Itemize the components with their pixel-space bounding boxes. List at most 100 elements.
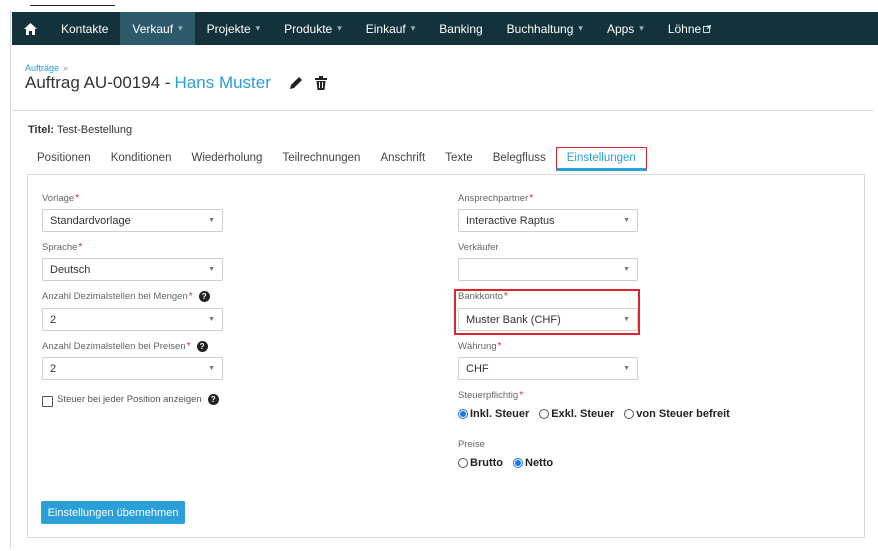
help-icon[interactable]: ? (207, 394, 219, 405)
dropdown-arrow-icon: ▼ (208, 266, 215, 273)
radio-button[interactable] (624, 409, 635, 419)
tab-bar: Positionen Konditionen Wiederholung Teil… (27, 147, 647, 171)
ansprechpartner-label: Ansprechpartner * (458, 193, 534, 204)
bankkonto-select[interactable]: Muster Bank (CHF) ▼ (458, 308, 638, 331)
nav-label: Banking (439, 21, 483, 36)
nav-label: Buchhaltung (506, 21, 574, 36)
nav-verkauf[interactable]: Verkauf ▾ (120, 12, 195, 45)
radio-button[interactable] (458, 458, 468, 468)
nav-label: Kontakte (61, 21, 109, 36)
nav-loehne[interactable]: Löhne (656, 12, 723, 45)
waehrung-select[interactable]: CHF ▼ (458, 357, 638, 380)
dropdown-arrow-icon: ▼ (623, 217, 630, 224)
nav-label: Produkte (284, 21, 333, 36)
breadcrumb-link-auftraege[interactable]: Aufträge (25, 63, 59, 73)
tab-wiederholung[interactable]: Wiederholung (181, 147, 272, 171)
caret-down-icon: ▾ (410, 23, 416, 33)
dropdown-arrow-icon: ▼ (208, 217, 215, 224)
dropdown-arrow-icon: ▼ (623, 316, 630, 323)
caret-down-icon: ▾ (178, 23, 183, 33)
verkaeufer-label: Verkäufer (458, 242, 499, 253)
preise-radio-group: Brutto Netto (458, 457, 563, 469)
dez-preisen-label: Anzahl Dezimalstellen bei Preisen *? (42, 341, 208, 352)
external-link-icon (703, 24, 712, 33)
ansprechpartner-select[interactable]: Interactive Raptus ▼ (458, 209, 638, 232)
tab-anschrift[interactable]: Anschrift (370, 147, 435, 171)
steuerpflichtig-label: Steuerpflichtig * (458, 390, 524, 401)
top-divider (30, 5, 115, 6)
dez-preisen-value: 2 (50, 363, 57, 375)
required-mark: * (497, 341, 502, 352)
radio-button[interactable] (458, 409, 468, 419)
apply-settings-button[interactable]: Einstellungen übernehmen (41, 501, 185, 524)
breadcrumb-separator: » (63, 63, 69, 73)
radio-inkl-steuer[interactable]: Inkl. Steuer (458, 408, 529, 420)
required-mark: * (78, 242, 83, 253)
page-title: Auftrag AU-00194 - Hans Muster (25, 73, 327, 93)
nav-banking[interactable]: Banking (427, 12, 494, 45)
preise-label: Preise (458, 439, 485, 450)
caret-down-icon: ▾ (578, 23, 583, 33)
dropdown-arrow-icon: ▼ (623, 266, 630, 273)
required-mark: * (503, 291, 508, 302)
tab-positionen[interactable]: Positionen (27, 147, 101, 171)
radio-netto[interactable]: Netto (513, 457, 553, 469)
left-divider (10, 10, 11, 548)
waehrung-value: CHF (466, 363, 489, 375)
sprache-select[interactable]: Deutsch ▼ (42, 258, 223, 281)
nav-label: Verkauf (132, 21, 174, 36)
nav-label: Apps (606, 21, 635, 36)
tab-teilrechnungen[interactable]: Teilrechnungen (272, 147, 370, 171)
waehrung-label: Währung * (458, 341, 502, 352)
tab-texte[interactable]: Texte (435, 147, 483, 171)
breadcrumb: Aufträge » (25, 63, 68, 73)
caret-down-icon: ▾ (255, 23, 261, 33)
radio-brutto[interactable]: Brutto (458, 457, 503, 469)
radio-steuer-befreit[interactable]: von Steuer befreit (624, 408, 730, 420)
dez-mengen-select[interactable]: 2 ▼ (42, 308, 223, 331)
steuer-position-checkbox[interactable] (42, 396, 53, 407)
required-mark: * (188, 291, 193, 302)
tab-belegfluss[interactable]: Belegfluss (483, 147, 556, 171)
order-titel: Titel: Test-Bestellung (28, 124, 132, 136)
help-icon[interactable]: ? (198, 291, 210, 302)
nav-produkte[interactable]: Produkte ▾ (272, 12, 354, 45)
home-icon (24, 22, 37, 35)
steuerpflichtig-radio-group: Inkl. Steuer Exkl. Steuer von Steuer bef… (458, 408, 740, 420)
required-mark: * (75, 193, 80, 204)
customer-link[interactable]: Hans Muster (175, 73, 271, 93)
radio-button[interactable] (513, 458, 523, 468)
pencil-icon (289, 77, 302, 89)
trash-icon (314, 76, 327, 90)
tab-konditionen[interactable]: Konditionen (101, 147, 182, 171)
dropdown-arrow-icon: ▼ (623, 365, 630, 372)
nav-buchhaltung[interactable]: Buchhaltung ▾ (495, 12, 595, 45)
help-icon[interactable]: ? (196, 341, 208, 352)
nav-projekte[interactable]: Projekte ▾ (195, 12, 273, 45)
nav-einkauf[interactable]: Einkauf ▾ (354, 12, 428, 45)
vorlage-label: Vorlage * (42, 193, 80, 204)
nav-label: Löhne (667, 21, 702, 36)
sprache-label: Sprache * (42, 242, 83, 253)
tab-einstellungen[interactable]: Einstellungen (555, 147, 647, 171)
required-mark: * (186, 341, 191, 352)
nav-kontakte[interactable]: Kontakte (49, 12, 120, 45)
caret-down-icon: ▾ (639, 23, 644, 33)
radio-exkl-steuer[interactable]: Exkl. Steuer (539, 408, 614, 420)
top-navbar: Kontakte Verkauf ▾ Projekte ▾ Produkte ▾ Ei… (12, 12, 878, 45)
home-button[interactable] (12, 12, 49, 45)
caret-down-icon: ▾ (337, 23, 342, 33)
vorlage-value: Standardvorlage (50, 215, 131, 227)
delete-button[interactable] (314, 76, 327, 90)
dez-preisen-select[interactable]: 2 ▼ (42, 357, 223, 380)
edit-button[interactable] (289, 76, 303, 90)
nav-apps[interactable]: Apps ▾ (595, 12, 656, 45)
vorlage-select[interactable]: Standardvorlage ▼ (42, 209, 223, 232)
steuer-position-label: Steuer bei jeder Position anzeigen? (57, 394, 219, 405)
dez-mengen-value: 2 (50, 314, 57, 326)
radio-button[interactable] (539, 409, 550, 419)
ansprechpartner-value: Interactive Raptus (466, 215, 555, 227)
verkaeufer-select[interactable]: ▼ (458, 258, 638, 281)
required-mark: * (529, 193, 534, 204)
order-title: Auftrag AU-00194 - (25, 73, 171, 92)
